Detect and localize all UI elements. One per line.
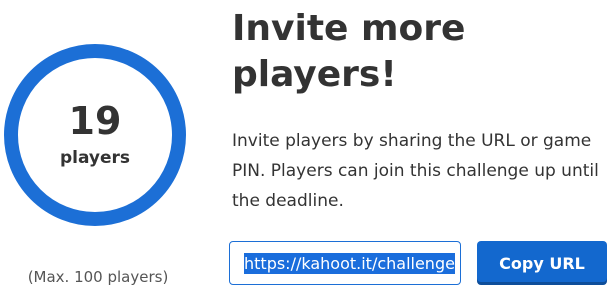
player-count-ring: 19 players [4,44,186,226]
player-count-value: 19 [68,99,122,143]
invite-panel: 19 players (Max. 100 players) Invite mor… [0,0,616,293]
invite-description: Invite players by sharing the URL or gam… [232,131,599,211]
player-count-unit: players [59,148,131,168]
share-url-field[interactable]: https://kahoot.it/challenge [229,241,461,285]
copy-url-button[interactable]: Copy URL [477,241,607,285]
share-url-text: https://kahoot.it/challenge [244,252,455,274]
max-players-note: (Max. 100 players) [27,268,169,286]
invite-heading: Invite more players! [232,8,466,95]
